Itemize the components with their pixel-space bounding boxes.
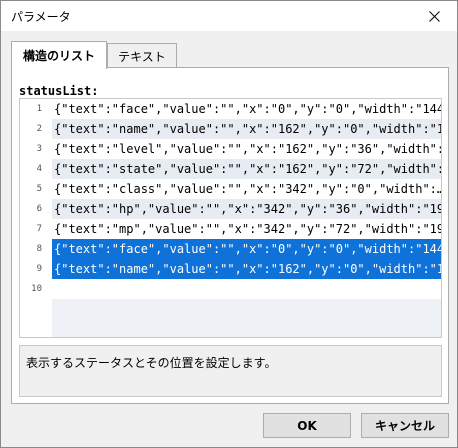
description-box: 表示するステータスとその位置を設定します。 <box>19 345 442 397</box>
title-bar: パラメータ <box>1 1 457 31</box>
line-number: 4 <box>36 164 42 174</box>
line-number: 7 <box>36 224 42 234</box>
list-row[interactable]: {"text":"class","value":"","x":"342","y"… <box>52 179 441 199</box>
list-row[interactable]: {"text":"face","value":"","x":"0","y":"0… <box>52 99 441 119</box>
list-row[interactable]: {"text":"name","value":"","x":"162","y":… <box>52 119 441 139</box>
window-title: パラメータ <box>11 10 71 24</box>
list-empty-area[interactable] <box>52 299 441 337</box>
line-number: 8 <box>36 244 42 254</box>
list-row[interactable]: {"text":"hp","value":"","x":"342","y":"3… <box>52 199 441 219</box>
list-row[interactable]: {"text":"name","value":"","x":"162","y":… <box>52 259 441 279</box>
list-row[interactable]: {"text":"level","value":"","x":"162","y"… <box>52 139 441 159</box>
line-number-gutter: 1 2 3 4 5 6 7 8 9 10 <box>20 99 52 337</box>
tab-struct-list[interactable]: 構造のリスト <box>11 41 107 69</box>
struct-list-editor[interactable]: 1 2 3 4 5 6 7 8 9 10 {"text":"face","value":"","x… <box>19 98 442 338</box>
line-number: 1 <box>36 104 42 114</box>
close-button[interactable] <box>411 1 457 31</box>
ok-button[interactable]: OK <box>263 413 351 438</box>
line-number: 10 <box>31 284 42 294</box>
list-label: statusList: <box>19 84 99 98</box>
list-row[interactable]: {"text":"mp","value":"","x":"342","y":"7… <box>52 219 441 239</box>
close-icon <box>428 10 440 22</box>
line-number: 3 <box>36 144 42 154</box>
list-row[interactable]: {"text":"face","value":"","x":"0","y":"0… <box>52 239 441 259</box>
tab-text[interactable]: テキスト <box>107 43 177 68</box>
line-number: 9 <box>36 264 42 274</box>
cancel-button[interactable]: キャンセル <box>361 413 449 438</box>
line-number: 5 <box>36 184 42 194</box>
line-number: 6 <box>36 204 42 214</box>
parameter-dialog: パラメータ 構造のリスト テキスト statusList: 1234567891… <box>0 0 458 448</box>
list-row[interactable]: {"text":"state","value":"","x":"162","y"… <box>52 159 441 179</box>
line-number: 2 <box>36 124 42 134</box>
tab-panel: statusList: 1 2 3 4 5 6 7 8 9 10 {"text":"face","… <box>11 67 449 404</box>
list-row[interactable] <box>52 279 441 299</box>
